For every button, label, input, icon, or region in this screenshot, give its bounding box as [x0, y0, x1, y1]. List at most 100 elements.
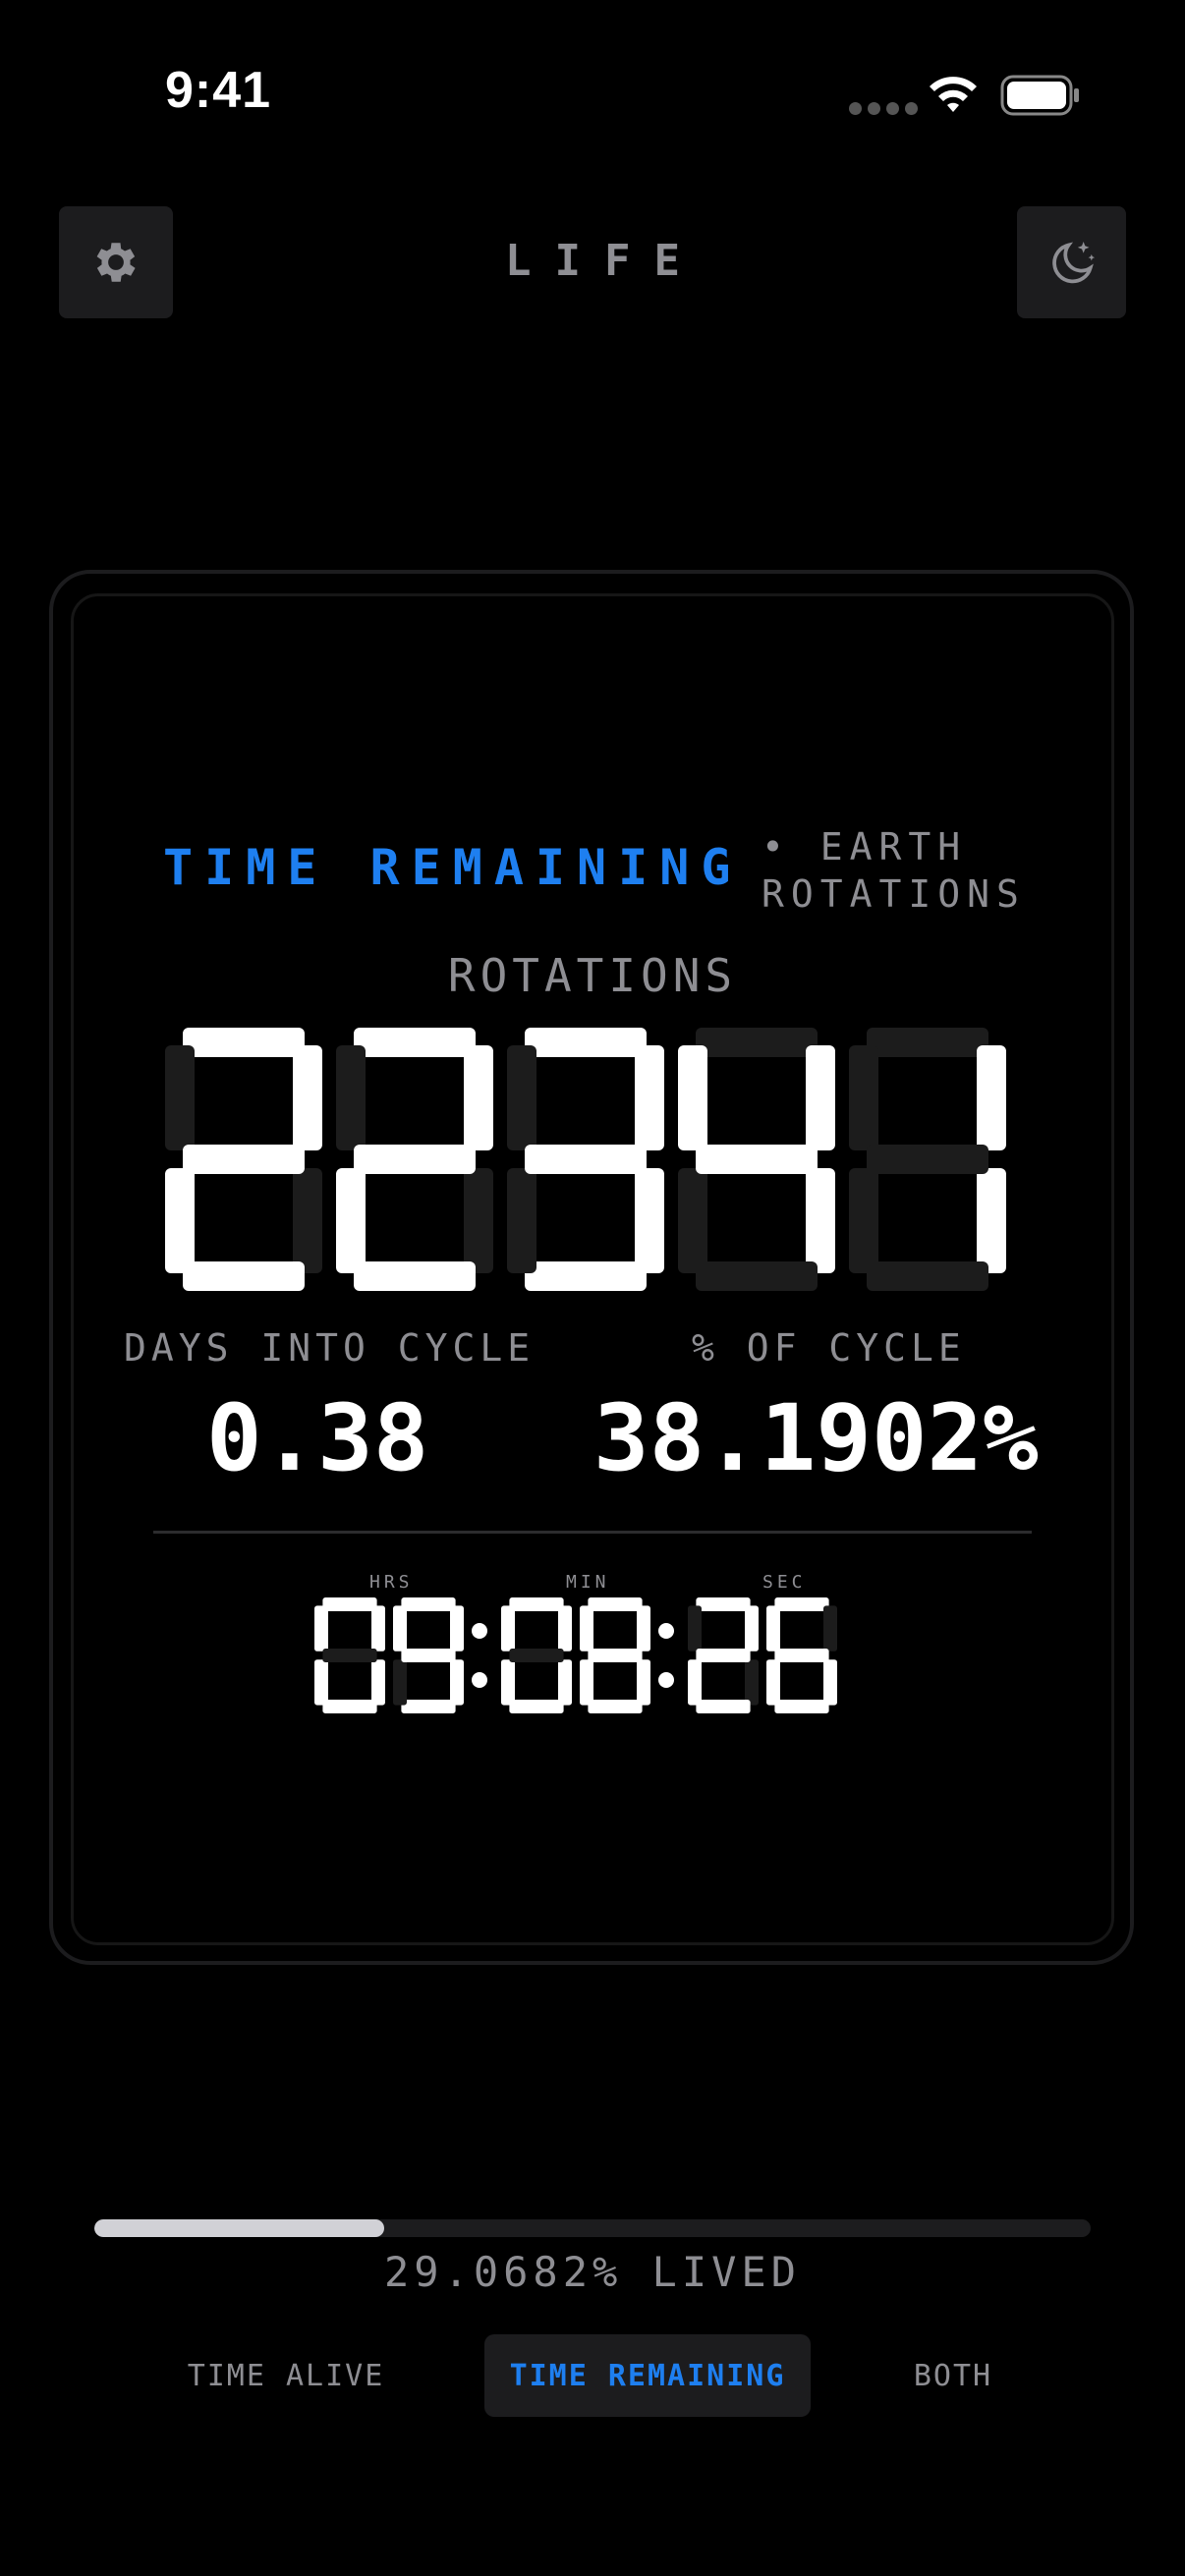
clock-hrs-digit-1-segment-b [450, 1605, 464, 1652]
rotations-digit-4-segment-c [977, 1168, 1006, 1273]
clock-sec-digit-0-segment-f [688, 1605, 702, 1652]
rotations-digit-1-segment-a [354, 1028, 476, 1057]
clock-hrs-digit-1-segment-a [401, 1597, 456, 1611]
clock-colon-1-bottom [658, 1672, 674, 1688]
percent-of-cycle-value: 38.1902% [593, 1385, 1039, 1492]
clock-hrs-digit-0-segment-a [322, 1597, 377, 1611]
rotations-digit-3-segment-a [696, 1028, 818, 1057]
tab-time-remaining[interactable]: TIME REMAINING [484, 2334, 811, 2417]
theme-toggle-button[interactable] [1017, 206, 1126, 318]
clock-sec-digit-1-segment-f [766, 1605, 780, 1652]
clock-min-digit-0-segment-a [509, 1597, 564, 1611]
rotations-digit-3-segment-g [696, 1145, 818, 1174]
clock-sec-digit-1-segment-a [774, 1597, 829, 1611]
rotations-label: ROTATIONS [447, 949, 738, 1002]
clock-sec-digit-1-segment-g [774, 1649, 829, 1662]
rotations-digit-3-segment-b [806, 1045, 835, 1150]
rotations-counter [165, 1028, 1006, 1291]
clock-min-digit-1-segment-g [588, 1649, 643, 1662]
clock-min-digit-1-segment-e [580, 1659, 593, 1706]
minutes-label: MIN [566, 1572, 610, 1593]
rotations-digit-4-segment-f [849, 1045, 878, 1150]
clock-min-digit-0-segment-e [501, 1659, 515, 1706]
rotations-digit-1-segment-d [354, 1261, 476, 1291]
clock-min-digit-0-segment-b [558, 1605, 572, 1652]
rotations-digit-0-segment-e [165, 1168, 195, 1273]
tab-time-alive[interactable]: TIME ALIVE [157, 2334, 415, 2417]
clock-sec-digit-0-segment-b [745, 1605, 759, 1652]
rotations-digit-1-segment-e [336, 1168, 366, 1273]
clock-sec-digit-1-segment-d [774, 1700, 829, 1713]
life-progress-fill [94, 2219, 384, 2237]
clock-min-digit-0-segment-c [558, 1659, 572, 1706]
clock-min-digit-1-segment-f [580, 1605, 593, 1652]
clock-hrs-digit-0-segment-e [314, 1659, 328, 1706]
clock-sec-digit-1-segment-c [823, 1659, 837, 1706]
wifi-icon [930, 77, 977, 112]
rotations-digit-1-segment-c [464, 1168, 493, 1273]
rotations-digit-1-segment-b [464, 1045, 493, 1150]
clock-hrs-digit-0-segment-f [314, 1605, 328, 1652]
rotations-digit-0-segment-g [183, 1145, 305, 1174]
rotations-digit-2-segment-d [525, 1261, 647, 1291]
days-into-cycle-label: DAYS INTO CYCLE [124, 1326, 536, 1370]
battery-icon [1000, 75, 1079, 116]
rotations-digit-4-segment-d [867, 1261, 988, 1291]
clock-sec-digit-1-segment-e [766, 1659, 780, 1706]
rotations-digit-0-segment-b [293, 1045, 322, 1150]
unit-type-label: • EARTH ROTATIONS [762, 825, 1026, 916]
clock-min-digit-1-segment-a [588, 1597, 643, 1611]
rotations-digit-1-segment-g [354, 1145, 476, 1174]
clock-min-digit-0-segment-g [509, 1649, 564, 1662]
life-progress-text: 29.0682% LIVED [383, 2248, 801, 2296]
rotations-digit-3-segment-d [696, 1261, 818, 1291]
percent-of-cycle-label: % OF CYCLE [692, 1326, 966, 1370]
rotations-digit-4-segment-g [867, 1145, 988, 1174]
rotations-digit-2-segment-a [525, 1028, 647, 1057]
rotations-digit-4-segment-a [867, 1028, 988, 1057]
days-into-cycle-value: 0.38 [206, 1385, 429, 1492]
clock-sec-digit-0-segment-a [696, 1597, 751, 1611]
clock-hrs-digit-1-segment-d [401, 1700, 456, 1713]
rotations-digit-0-segment-d [183, 1261, 305, 1291]
divider [153, 1531, 1032, 1534]
clock-hrs-digit-0-segment-d [322, 1700, 377, 1713]
clock-sec-digit-0-segment-g [696, 1649, 751, 1662]
seconds-label: SEC [762, 1572, 807, 1593]
rotations-digit-2-segment-e [507, 1168, 536, 1273]
rotations-digit-4-segment-e [849, 1168, 878, 1273]
clock-colon-1-top [658, 1623, 674, 1639]
moon-stars-icon [1051, 242, 1095, 284]
rotations-digit-4-segment-b [977, 1045, 1006, 1150]
rotations-digit-3-segment-c [806, 1168, 835, 1273]
app-title: LIFE [505, 236, 704, 286]
tab-both[interactable]: BOTH [865, 2334, 1042, 2417]
clock-hrs-digit-1-segment-c [450, 1659, 464, 1706]
clock-sec-digit-1-segment-b [823, 1605, 837, 1652]
rotations-digit-2-segment-f [507, 1045, 536, 1150]
rotations-digit-1-segment-f [336, 1045, 366, 1150]
life-progress-bar [94, 2219, 1091, 2237]
clock-min-digit-0-segment-f [501, 1605, 515, 1652]
clock-hrs-digit-1-segment-g [401, 1649, 456, 1662]
clock-hrs-digit-1-segment-e [393, 1659, 407, 1706]
hours-label: HRS [369, 1572, 414, 1593]
clock-hrs-digit-0-segment-g [322, 1649, 377, 1662]
clock-sec-digit-0-segment-c [745, 1659, 759, 1706]
countdown-clock [314, 1597, 837, 1713]
clock-min-digit-1-segment-b [637, 1605, 650, 1652]
rotations-digit-3-segment-e [678, 1168, 707, 1273]
clock-min-digit-1-segment-d [588, 1700, 643, 1713]
clock-sec-digit-0-segment-e [688, 1659, 702, 1706]
clock-colon-0-top [472, 1623, 487, 1639]
clock-colon-0-bottom [472, 1672, 487, 1688]
rotations-digit-2-segment-b [635, 1045, 664, 1150]
cellular-signal-icon [849, 102, 918, 115]
rotations-digit-0-segment-c [293, 1168, 322, 1273]
clock-hrs-digit-0-segment-b [371, 1605, 385, 1652]
rotations-digit-3-segment-f [678, 1045, 707, 1150]
mode-label: TIME REMAINING [163, 839, 743, 896]
rotations-digit-0-segment-f [165, 1045, 195, 1150]
status-time: 9:41 [165, 62, 272, 119]
clock-hrs-digit-1-segment-f [393, 1605, 407, 1652]
